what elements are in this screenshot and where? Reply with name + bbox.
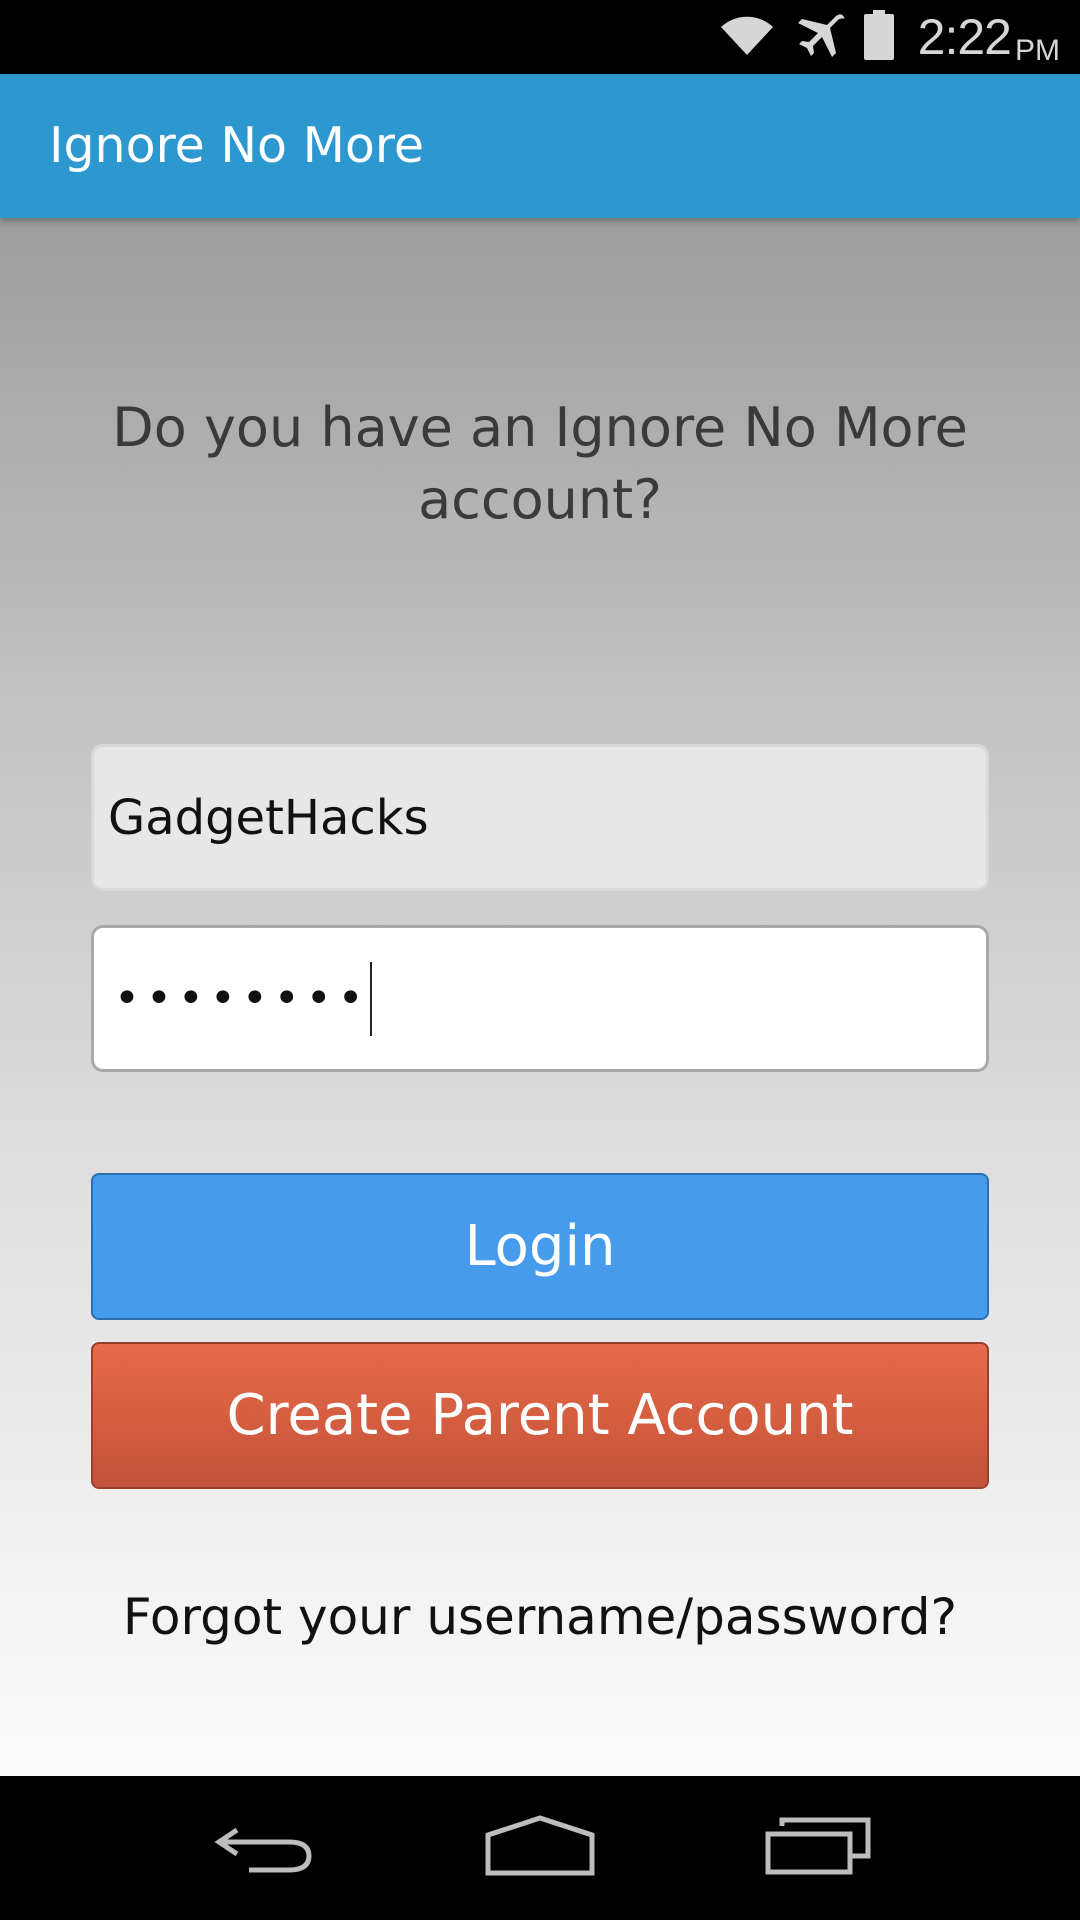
username-field[interactable]: GadgetHacks: [91, 744, 989, 891]
airplane-icon: [794, 11, 846, 63]
password-value: ••••••••: [114, 973, 370, 1024]
forgot-credentials-link[interactable]: Forgot your username/password?: [0, 1588, 1080, 1646]
password-field[interactable]: ••••••••: [91, 925, 989, 1072]
navigation-bar: [0, 1776, 1080, 1920]
create-parent-account-button[interactable]: Create Parent Account: [91, 1342, 989, 1489]
back-button[interactable]: [174, 1776, 354, 1920]
status-bar: 2:22 PM: [0, 0, 1080, 74]
account-prompt: Do you have an Ignore No More account?: [112, 396, 968, 531]
clock: 2:22 PM: [917, 8, 1060, 67]
battery-icon: [863, 10, 894, 64]
recents-button[interactable]: [728, 1776, 908, 1920]
home-icon: [484, 1815, 596, 1881]
app-bar: Ignore No More: [0, 74, 1080, 218]
recents-icon: [764, 1816, 872, 1880]
text-cursor: [369, 961, 372, 1036]
login-button[interactable]: Login: [91, 1173, 989, 1320]
status-ampm: PM: [1015, 34, 1060, 67]
wifi-icon: [718, 13, 776, 61]
login-screen: Do you have an Ignore No More account? G…: [0, 218, 1080, 1776]
app-title: Ignore No More: [49, 117, 425, 174]
status-time: 2:22: [917, 9, 1012, 65]
back-icon: [209, 1816, 319, 1880]
status-icons: 2:22 PM: [718, 0, 1060, 74]
username-value: GadgetHacks: [108, 789, 429, 846]
home-button[interactable]: [450, 1776, 630, 1920]
